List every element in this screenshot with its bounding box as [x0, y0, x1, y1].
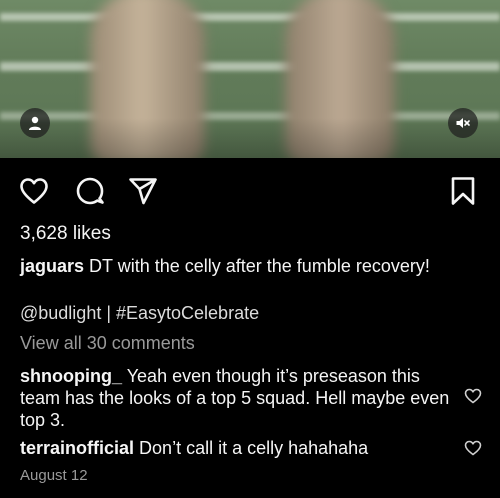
like-button[interactable] — [18, 175, 50, 207]
field-line — [0, 13, 500, 21]
comment-text: Don’t call it a celly hahahaha — [139, 438, 369, 458]
video-shade — [0, 118, 500, 158]
post-caption: jaguars DT with the celly after the fumb… — [20, 255, 485, 277]
comment-item: terrainofficial Don’t call it a celly ha… — [20, 437, 450, 459]
paper-plane-icon — [129, 178, 157, 205]
bookmark-icon — [451, 177, 475, 205]
tagged-users-button[interactable] — [20, 108, 50, 138]
like-count[interactable]: 3,628 likes — [20, 223, 111, 245]
mute-button[interactable] — [448, 108, 478, 138]
save-button[interactable] — [447, 175, 479, 207]
comment-item: shnooping_ Yeah even though it’s preseas… — [20, 365, 450, 431]
post-date: August 12 — [20, 467, 88, 484]
comment-button[interactable] — [74, 175, 106, 207]
caption-tags[interactable]: @budlight | #EasytoCelebrate — [20, 302, 259, 324]
comment-author[interactable]: terrainofficial — [20, 438, 134, 458]
comment-like-button[interactable] — [463, 438, 483, 458]
speech-bubble-icon — [76, 177, 104, 205]
post-author[interactable]: jaguars — [20, 256, 84, 276]
heart-icon — [20, 178, 48, 204]
post-action-bar — [0, 175, 500, 207]
view-all-comments-link[interactable]: View all 30 comments — [20, 333, 195, 354]
field-line — [0, 62, 500, 71]
caption-text: DT with the celly after the fumble recov… — [89, 256, 430, 276]
post-video[interactable] — [0, 0, 500, 158]
comment-like-button[interactable] — [463, 386, 483, 406]
share-button[interactable] — [127, 175, 159, 207]
person-icon — [29, 116, 41, 130]
speaker-muted-icon — [456, 118, 470, 128]
small-heart-icon — [464, 440, 482, 456]
comment-author[interactable]: shnooping_ — [20, 366, 122, 386]
small-heart-icon — [464, 388, 482, 404]
